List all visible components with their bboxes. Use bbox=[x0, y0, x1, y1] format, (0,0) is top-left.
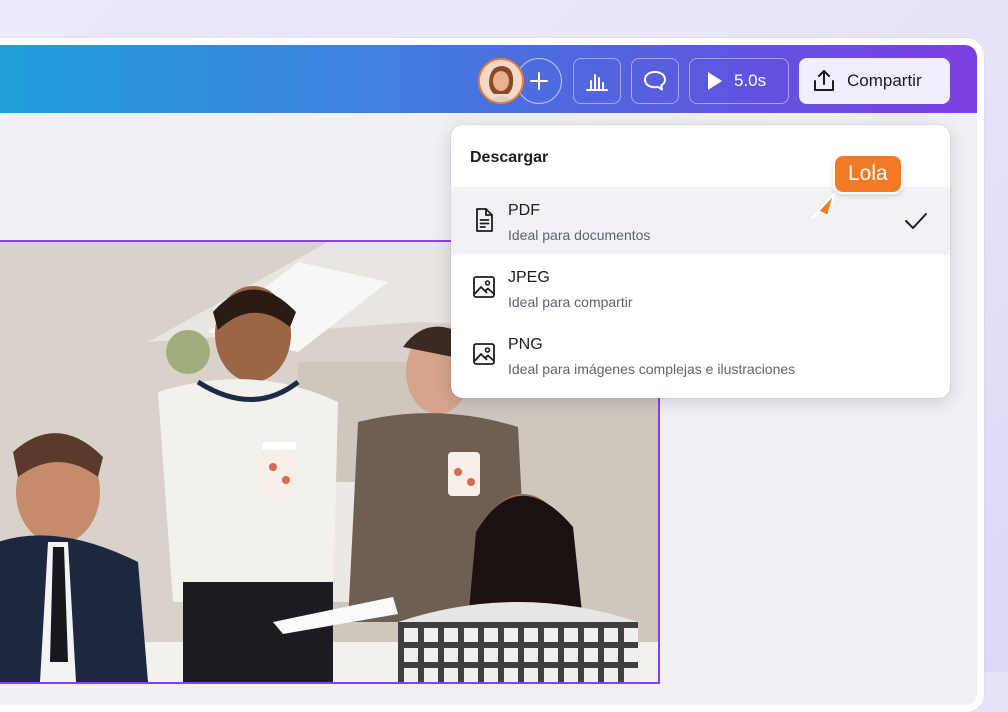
upload-share-icon bbox=[814, 70, 834, 91]
share-label: Compartir bbox=[847, 71, 922, 90]
plus-icon bbox=[530, 72, 548, 90]
image-icon bbox=[473, 276, 495, 298]
option-subtitle: Ideal para documentos bbox=[508, 227, 651, 243]
play-duration: 5.0s bbox=[734, 71, 767, 90]
download-option-pdf[interactable]: PDF Ideal para documentos bbox=[451, 187, 950, 254]
option-subtitle: Ideal para compartir bbox=[508, 294, 633, 310]
user-avatar-image bbox=[480, 60, 522, 102]
download-option-png[interactable]: PNG Ideal para imágenes complejas e ilus… bbox=[451, 321, 950, 388]
present-button[interactable]: 5.0s bbox=[689, 58, 789, 104]
option-title: PDF bbox=[508, 202, 540, 219]
comments-button[interactable] bbox=[631, 58, 679, 104]
checkmark-icon bbox=[905, 213, 927, 229]
avatar[interactable] bbox=[478, 58, 524, 104]
option-title: PNG bbox=[508, 336, 543, 353]
option-title: JPEG bbox=[508, 269, 550, 286]
document-icon bbox=[476, 208, 493, 232]
option-subtitle: Ideal para imágenes complejas e ilustrac… bbox=[508, 361, 796, 377]
play-icon bbox=[708, 72, 722, 90]
download-option-jpeg[interactable]: JPEG Ideal para compartir bbox=[451, 254, 950, 321]
collaborator-name-tag: Lola bbox=[833, 154, 903, 194]
download-menu-title: Descargar bbox=[470, 149, 549, 166]
image-icon bbox=[473, 343, 495, 365]
insights-button[interactable] bbox=[573, 58, 621, 104]
bar-chart-icon bbox=[586, 74, 608, 91]
comment-icon bbox=[644, 71, 666, 91]
collaborator-cursor-icon bbox=[811, 193, 835, 219]
share-button[interactable]: Compartir bbox=[799, 58, 950, 104]
